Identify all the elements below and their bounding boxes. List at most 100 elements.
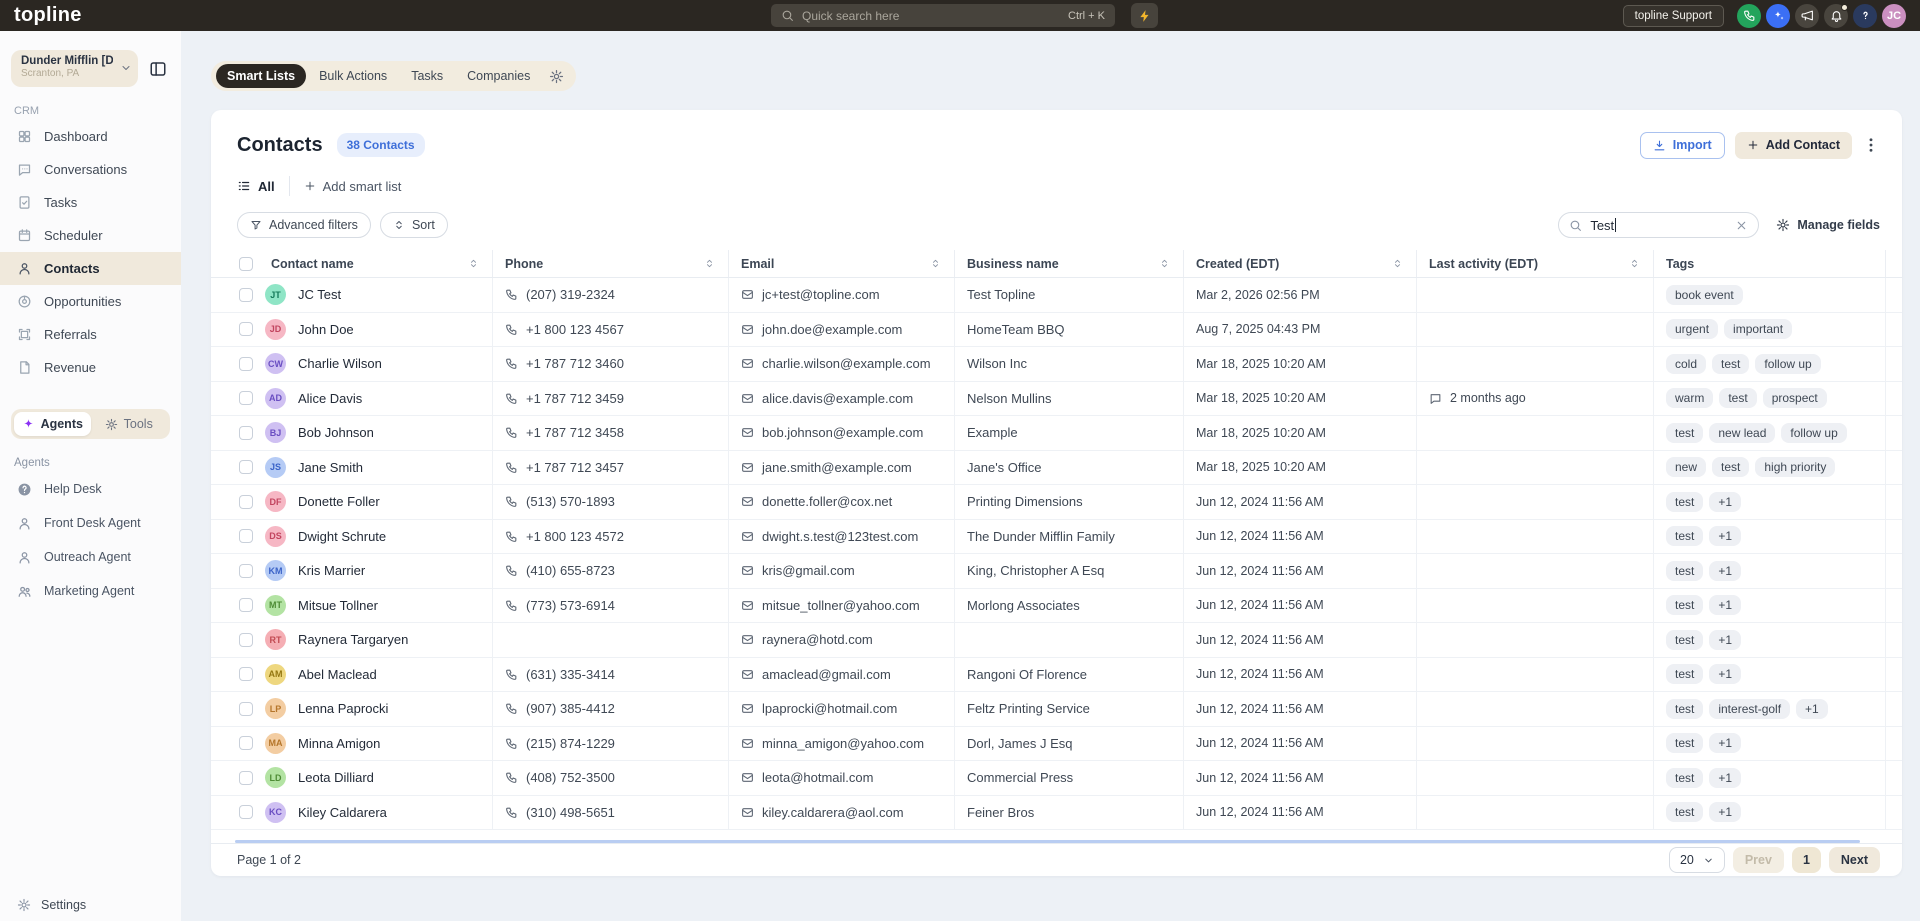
table-row[interactable]: JT JC Test (207) 319-2324 jc+test@topline.c… bbox=[211, 278, 1902, 313]
row-checkbox[interactable] bbox=[239, 529, 253, 544]
mail-icon bbox=[741, 288, 754, 301]
row-checkbox[interactable] bbox=[239, 391, 253, 406]
contacts-search-input[interactable]: Test bbox=[1558, 212, 1760, 238]
announcements-megaphone-button[interactable] bbox=[1795, 3, 1819, 28]
table-row[interactable]: RT Raynera Targaryen raynera@hotd.com Jun 1… bbox=[211, 623, 1902, 658]
tabs-settings-gear-icon[interactable] bbox=[549, 69, 564, 84]
table-row[interactable]: MA Minna Amigon (215) 874-1229 minna_amigon… bbox=[211, 726, 1902, 761]
next-page-button[interactable]: Next bbox=[1828, 847, 1880, 873]
row-checkbox[interactable] bbox=[239, 460, 253, 475]
sidebar-item-help-desk[interactable]: Help Desk bbox=[0, 472, 181, 506]
clear-search-icon[interactable] bbox=[1735, 219, 1748, 232]
sidebar-item-dashboard[interactable]: Dashboard bbox=[0, 120, 181, 153]
add-contact-button[interactable]: Add Contact bbox=[1734, 131, 1852, 159]
table-row[interactable]: KM Kris Marrier (410) 655-8723 kris@gmail.c… bbox=[211, 554, 1902, 589]
sidebar-item-scheduler[interactable]: Scheduler bbox=[0, 219, 181, 252]
quick-actions-button[interactable] bbox=[1131, 3, 1158, 28]
sort-icon bbox=[930, 258, 941, 269]
chevron-down-icon bbox=[120, 62, 132, 74]
sidebar-item-opportunities[interactable]: Opportunities bbox=[0, 285, 181, 318]
table-row[interactable]: AM Abel Maclead (631) 335-3414 amaclead@gma… bbox=[211, 657, 1902, 692]
row-checkbox[interactable] bbox=[239, 770, 253, 785]
workspace-selector[interactable]: Dunder Mifflin [D... Scranton, PA bbox=[11, 50, 138, 87]
select-all-checkbox[interactable] bbox=[239, 256, 253, 271]
contacts-count-badge[interactable]: 38 Contacts bbox=[336, 133, 425, 157]
tag-pill: +1 bbox=[1709, 629, 1742, 650]
sort-button[interactable]: Sort bbox=[379, 212, 448, 238]
page-size-select[interactable]: 20 bbox=[1668, 847, 1725, 873]
row-checkbox[interactable] bbox=[239, 425, 253, 440]
row-checkbox[interactable] bbox=[239, 805, 253, 820]
table-row[interactable]: BJ Bob Johnson +1 787 712 3458 bob.johnson@… bbox=[211, 416, 1902, 451]
page-number-button[interactable]: 1 bbox=[1791, 847, 1821, 873]
cell-phone: (773) 573-6914 bbox=[492, 588, 728, 622]
table-row[interactable]: DS Dwight Schrute +1 800 123 4572 dwight.s.… bbox=[211, 519, 1902, 554]
quick-search-input[interactable]: Quick search here Ctrl + K bbox=[771, 4, 1115, 27]
row-checkbox[interactable] bbox=[239, 667, 253, 682]
mail-icon bbox=[741, 633, 754, 646]
row-checkbox[interactable] bbox=[239, 701, 253, 716]
row-checkbox[interactable] bbox=[239, 356, 253, 371]
avatar: AD bbox=[265, 387, 286, 409]
notifications-bell-button[interactable] bbox=[1824, 3, 1848, 28]
table-row[interactable]: AD Alice Davis +1 787 712 3459 alice.davis@… bbox=[211, 381, 1902, 416]
cell-email: minna_amigon@yahoo.com bbox=[728, 726, 954, 760]
row-checkbox[interactable] bbox=[239, 736, 253, 751]
sidebar-item-outreach-agent[interactable]: Outreach Agent bbox=[0, 540, 181, 574]
tab-bulk-actions[interactable]: Bulk Actions bbox=[308, 64, 398, 88]
collapse-sidebar-icon[interactable] bbox=[149, 60, 167, 78]
row-checkbox[interactable] bbox=[239, 287, 253, 302]
sidebar-item-front-desk-agent[interactable]: Front Desk Agent bbox=[0, 506, 181, 540]
toggle-tools[interactable]: Tools bbox=[91, 412, 168, 436]
sidebar-item-referrals[interactable]: Referrals bbox=[0, 318, 181, 351]
sidebar-item-settings[interactable]: Settings bbox=[17, 898, 86, 912]
column-header-tags: Tags bbox=[1653, 250, 1886, 277]
advanced-filters-button[interactable]: Advanced filters bbox=[237, 212, 371, 238]
table-row[interactable]: KC Kiley Caldarera (310) 498-5651 kiley.cal… bbox=[211, 795, 1902, 830]
sidebar-item-marketing-agent[interactable]: Marketing Agent bbox=[0, 574, 181, 608]
row-checkbox[interactable] bbox=[239, 598, 253, 613]
support-button[interactable]: topline Support bbox=[1622, 4, 1724, 27]
agent-item-label: Marketing Agent bbox=[44, 584, 135, 598]
row-checkbox[interactable] bbox=[239, 494, 253, 509]
sidebar-item-conversations[interactable]: Conversations bbox=[0, 153, 181, 186]
manage-fields-button[interactable]: Manage fields bbox=[1776, 218, 1880, 232]
add-smart-list-button[interactable]: Add smart list bbox=[304, 179, 401, 194]
tab-all[interactable]: All bbox=[237, 179, 275, 194]
sidebar-item-tasks[interactable]: Tasks bbox=[0, 186, 181, 219]
tab-smart-lists[interactable]: Smart Lists bbox=[216, 64, 307, 88]
avatar: MT bbox=[265, 594, 286, 616]
main-area: Smart Lists Bulk Actions Tasks Companies Co… bbox=[181, 31, 1920, 921]
sidebar-item-label: Opportunities bbox=[44, 294, 122, 309]
sidebar-item-contacts[interactable]: Contacts bbox=[0, 252, 181, 285]
row-checkbox[interactable] bbox=[239, 632, 253, 647]
phone-call-button[interactable] bbox=[1737, 3, 1761, 28]
sidebar-item-revenue[interactable]: Revenue bbox=[0, 351, 181, 384]
tag-pill: new bbox=[1666, 457, 1707, 478]
table-row[interactable]: MT Mitsue Tollner (773) 573-6914 mitsue_tol… bbox=[211, 588, 1902, 623]
tag-pill: warm bbox=[1666, 388, 1714, 409]
table-row[interactable]: LD Leota Dilliard (408) 752-3500 leota@hotm… bbox=[211, 761, 1902, 796]
more-options-kebab-icon[interactable] bbox=[1862, 136, 1880, 154]
tab-companies[interactable]: Companies bbox=[456, 64, 541, 88]
table-row[interactable]: JD John Doe +1 800 123 4567 john.doe@exampl… bbox=[211, 312, 1902, 347]
ai-sparkles-button[interactable] bbox=[1766, 3, 1790, 28]
table-row[interactable]: DF Donette Foller (513) 570-1893 donette.fo… bbox=[211, 485, 1902, 520]
row-checkbox[interactable] bbox=[239, 563, 253, 578]
tag-pill: test bbox=[1666, 802, 1704, 823]
horizontal-scrollbar[interactable] bbox=[235, 840, 1860, 843]
import-button[interactable]: Import bbox=[1639, 131, 1725, 159]
prev-page-button[interactable]: Prev bbox=[1732, 847, 1784, 873]
row-checkbox[interactable] bbox=[239, 322, 253, 337]
help-button[interactable] bbox=[1853, 3, 1877, 28]
cell-tags: test +1 bbox=[1653, 657, 1886, 691]
tag-pill: test bbox=[1666, 422, 1704, 443]
contact-name: Alice Davis bbox=[298, 390, 363, 406]
table-row[interactable]: LP Lenna Paprocki (907) 385-4412 lpaprocki@… bbox=[211, 692, 1902, 727]
table-row[interactable]: JS Jane Smith +1 787 712 3457 jane.smith@ex… bbox=[211, 450, 1902, 485]
cell-last-activity bbox=[1416, 519, 1653, 553]
table-row[interactable]: CW Charlie Wilson +1 787 712 3460 charlie.w… bbox=[211, 347, 1902, 382]
tab-tasks[interactable]: Tasks bbox=[400, 64, 454, 88]
toggle-agents[interactable]: Agents bbox=[14, 412, 91, 436]
user-avatar[interactable]: JC bbox=[1882, 3, 1906, 28]
